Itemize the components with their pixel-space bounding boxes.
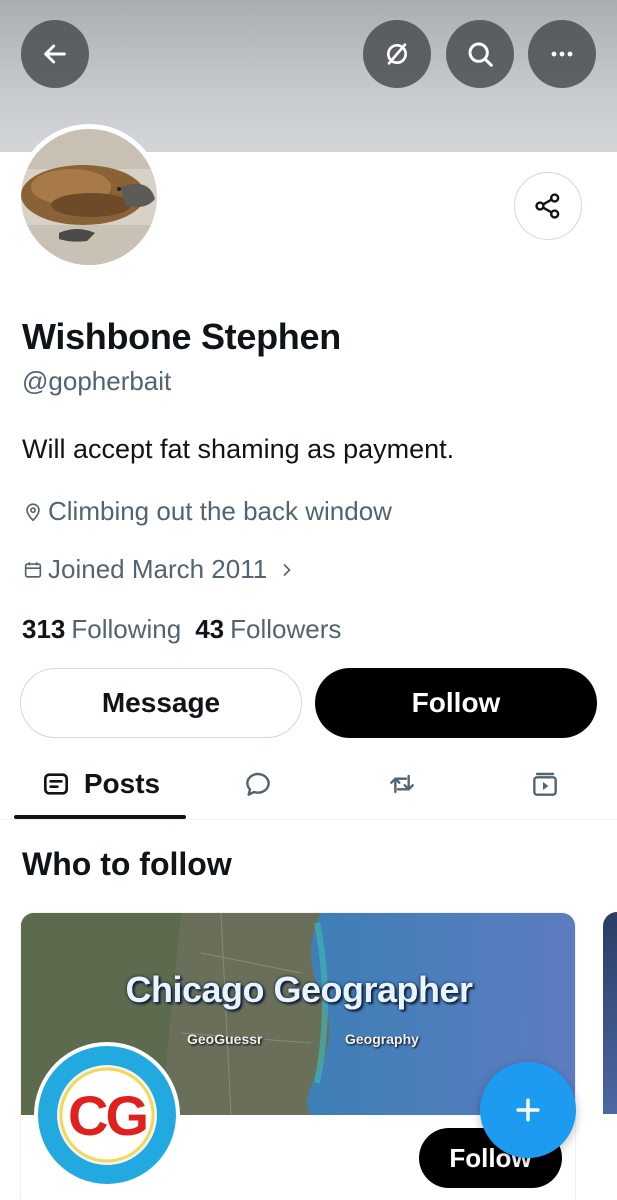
tab-media[interactable] [503,748,587,820]
location-pin-icon [26,502,40,521]
tab-replies[interactable] [216,748,300,820]
posts-icon [43,773,68,795]
location-text: Climbing out the back window [48,496,392,526]
notifications-off-button[interactable] [363,20,431,88]
replies-icon [246,772,270,796]
arrow-left-icon [44,44,66,64]
who-to-follow-title: Who to follow [22,846,232,882]
share-button[interactable] [514,172,582,240]
joined-text: Joined March 2011 [48,554,268,584]
profile-location: Climbing out the back window [22,496,392,527]
tab-reposts[interactable] [360,748,444,820]
follow-counts: 313 Following 43 Followers [22,614,341,645]
tab-posts-label: Posts [83,768,161,799]
profile-name: Wishbone Stephen [22,316,341,357]
share-icon [535,193,560,219]
more-icon [551,51,573,57]
profile-avatar[interactable] [16,124,162,270]
avatar-initials: CG [68,1083,149,1147]
no-notifications-icon [387,43,407,65]
active-tab-indicator [14,815,186,819]
calendar-icon [24,561,42,578]
followers-link[interactable]: 43 Followers [195,614,341,645]
banner-tag-left: GeoGuessr [187,1031,263,1047]
platypus-avatar-image [21,129,157,265]
tab-posts[interactable]: Posts [14,748,186,820]
back-button[interactable] [21,20,89,88]
chevron-right-icon [283,563,291,576]
compose-post-button[interactable] [480,1062,576,1158]
profile-handle: @gopherbait [22,366,172,396]
search-icon [468,42,493,67]
profile-joined[interactable]: Joined March 2011 [22,554,297,585]
following-link[interactable]: 313 Following [22,614,181,645]
banner-tag-right: Geography [345,1031,419,1047]
search-button[interactable] [446,20,514,88]
next-suggestion-card[interactable] [603,912,617,1114]
profile-bio: Will accept fat shaming as payment. [22,434,455,464]
media-icon [533,772,557,796]
more-button[interactable] [528,20,596,88]
suggested-account-avatar[interactable]: CG [34,1042,180,1188]
plus-icon [516,1098,540,1122]
message-button[interactable]: Message [20,668,302,738]
profile-tabs: Posts [0,748,617,820]
banner-title: Chicago Geographer [125,969,473,1010]
reposts-icon [390,774,414,794]
follow-button[interactable]: Follow [315,668,597,738]
